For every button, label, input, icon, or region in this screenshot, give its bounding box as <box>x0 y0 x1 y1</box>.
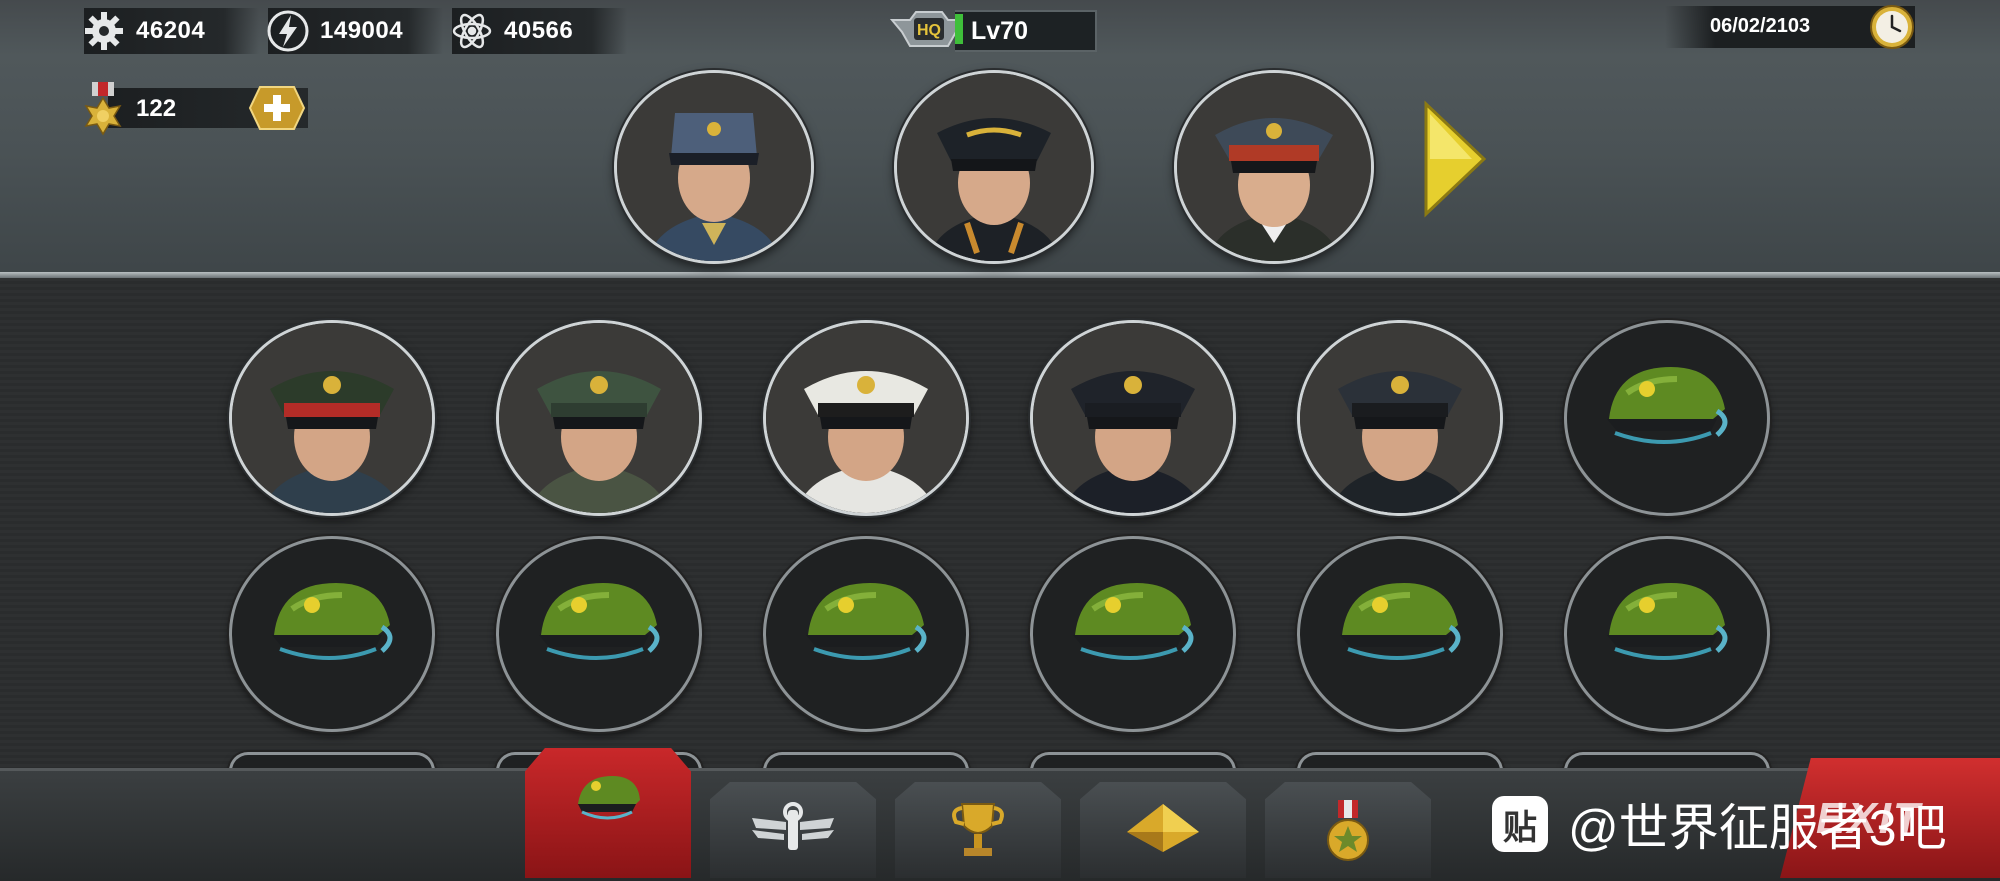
game-date-text: 06/02/2103 <box>1710 15 1811 37</box>
medal-count: 122 <box>136 95 177 122</box>
roster-row1-general-3[interactable] <box>763 320 969 516</box>
roster-row2-empty-slot-4[interactable] <box>1030 536 1236 732</box>
general-cap-icon <box>578 776 640 820</box>
resource-energy: 149004 <box>267 8 443 54</box>
empty-cap-icon <box>539 583 660 660</box>
atom-icon <box>446 5 498 57</box>
hq-level-text: Lv70 <box>971 17 1028 45</box>
rank-pyramid-icon <box>1127 804 1199 852</box>
add-medals-button[interactable] <box>248 85 306 131</box>
medal-counter: 122 <box>78 82 308 136</box>
hq-badge-text: HQ <box>917 22 941 39</box>
roster-row1-general-2[interactable] <box>496 320 702 516</box>
tab-generals[interactable] <box>525 748 691 878</box>
watermark: 贴 @世界征服者3吧 <box>1492 792 1947 856</box>
empty-cap-icon <box>272 583 393 660</box>
featured-general-1[interactable] <box>614 70 814 264</box>
arrow-right-icon <box>1424 100 1487 218</box>
roster-row2-empty-slot-1[interactable] <box>229 536 435 732</box>
trophy-icon <box>952 803 1004 856</box>
roster-row1-general-4[interactable] <box>1030 320 1236 516</box>
roster-row2-empty-slot-6[interactable] <box>1564 536 1770 732</box>
empty-cap-icon <box>806 583 927 660</box>
roster-row2-empty-slot-5[interactable] <box>1297 536 1503 732</box>
roster-row2-empty-slot-2[interactable] <box>496 536 702 732</box>
watermark-text: @世界征服者3吧 <box>1568 800 1947 856</box>
empty-cap-icon <box>1607 367 1728 444</box>
lightning-icon <box>262 5 314 57</box>
atom-count: 40566 <box>504 17 574 44</box>
tab-medals[interactable] <box>1265 782 1431 878</box>
roster-row1-general-5[interactable] <box>1297 320 1503 516</box>
clock-icon[interactable] <box>1869 4 1915 50</box>
roster-row1-empty-slot-6[interactable] <box>1564 320 1770 516</box>
resource-atom: 40566 <box>452 8 627 54</box>
empty-cap-icon <box>1073 583 1194 660</box>
roster-row1-general-1[interactable] <box>229 320 435 516</box>
gear-count: 46204 <box>136 17 206 44</box>
tab-trophies[interactable] <box>895 782 1061 878</box>
tieba-icon: 贴 <box>1492 796 1548 852</box>
hq-level-bar: Lv70 <box>955 10 1097 52</box>
hq-level-indicator <box>955 14 963 44</box>
medal-star-icon <box>1327 800 1369 861</box>
featured-general-3[interactable] <box>1174 70 1374 264</box>
hq-level: HQ Lv70 <box>890 6 1104 52</box>
empty-cap-icon <box>1607 583 1728 660</box>
resource-gear: 46204 <box>84 8 259 54</box>
wing-wrench-icon <box>752 802 834 850</box>
energy-count: 149004 <box>320 17 404 44</box>
next-arrow-button[interactable] <box>1420 100 1488 218</box>
featured-general-2[interactable] <box>894 70 1094 264</box>
empty-cap-icon <box>1340 583 1461 660</box>
tab-ranks[interactable] <box>1080 782 1246 878</box>
gear-icon <box>78 5 130 57</box>
medal-icon <box>84 82 122 136</box>
tab-skills[interactable] <box>710 782 876 878</box>
roster-row2-empty-slot-3[interactable] <box>763 536 969 732</box>
